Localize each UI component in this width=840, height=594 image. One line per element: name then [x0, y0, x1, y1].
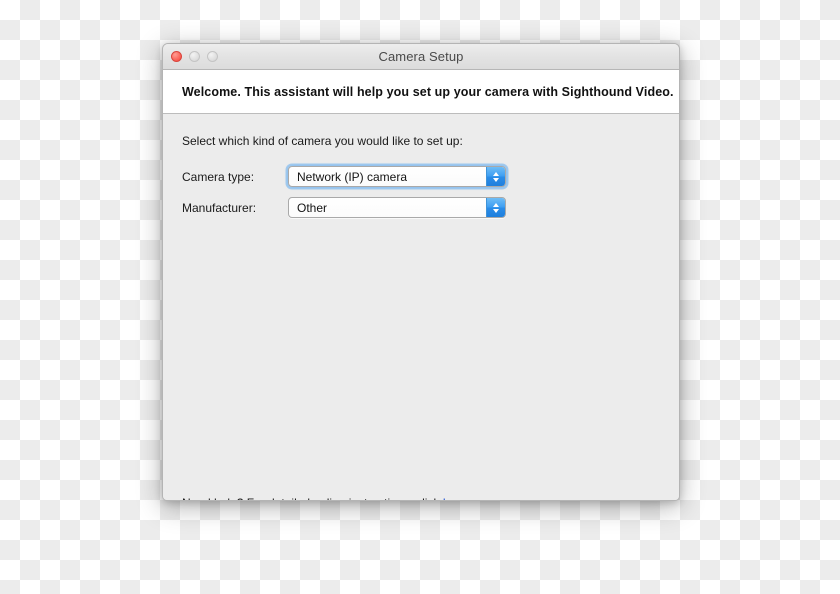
camera-type-label: Camera type: — [182, 169, 255, 184]
camera-setup-dialog: Camera Setup Welcome. This assistant wil… — [162, 43, 680, 501]
manufacturer-row: Manufacturer: Other — [182, 197, 660, 218]
traffic-light-group — [171, 51, 218, 62]
camera-type-value: Network (IP) camera — [297, 169, 408, 184]
help-here-link[interactable]: here — [443, 496, 467, 500]
chevron-updown-icon[interactable] — [486, 167, 505, 186]
minimize-window-button — [189, 51, 200, 62]
welcome-banner: Welcome. This assistant will help you se… — [163, 70, 679, 114]
help-text-suffix: . — [467, 496, 470, 500]
form-fields: Camera type: Network (IP) camera Manufac… — [182, 166, 660, 218]
help-text-row: Need help? For detailed online instructi… — [182, 496, 660, 500]
window-title: Camera Setup — [378, 49, 464, 64]
help-text-prefix: Need help? For detailed online instructi… — [182, 496, 443, 500]
camera-type-select[interactable]: Network (IP) camera — [288, 166, 506, 187]
manufacturer-value: Other — [297, 200, 328, 215]
dialog-content: Select which kind of camera you would li… — [163, 114, 679, 500]
window-titlebar: Camera Setup — [163, 44, 679, 70]
instruction-text: Select which kind of camera you would li… — [182, 134, 463, 148]
zoom-window-button — [207, 51, 218, 62]
camera-type-row: Camera type: Network (IP) camera — [182, 166, 660, 187]
manufacturer-select[interactable]: Other — [288, 197, 506, 218]
camera-type-popup-wrap: Network (IP) camera — [288, 166, 506, 187]
chevron-updown-icon[interactable] — [486, 198, 505, 217]
close-window-button[interactable] — [171, 51, 182, 62]
welcome-banner-text: Welcome. This assistant will help you se… — [182, 84, 674, 99]
manufacturer-label: Manufacturer: — [182, 200, 257, 215]
manufacturer-popup-wrap: Other — [288, 197, 506, 218]
